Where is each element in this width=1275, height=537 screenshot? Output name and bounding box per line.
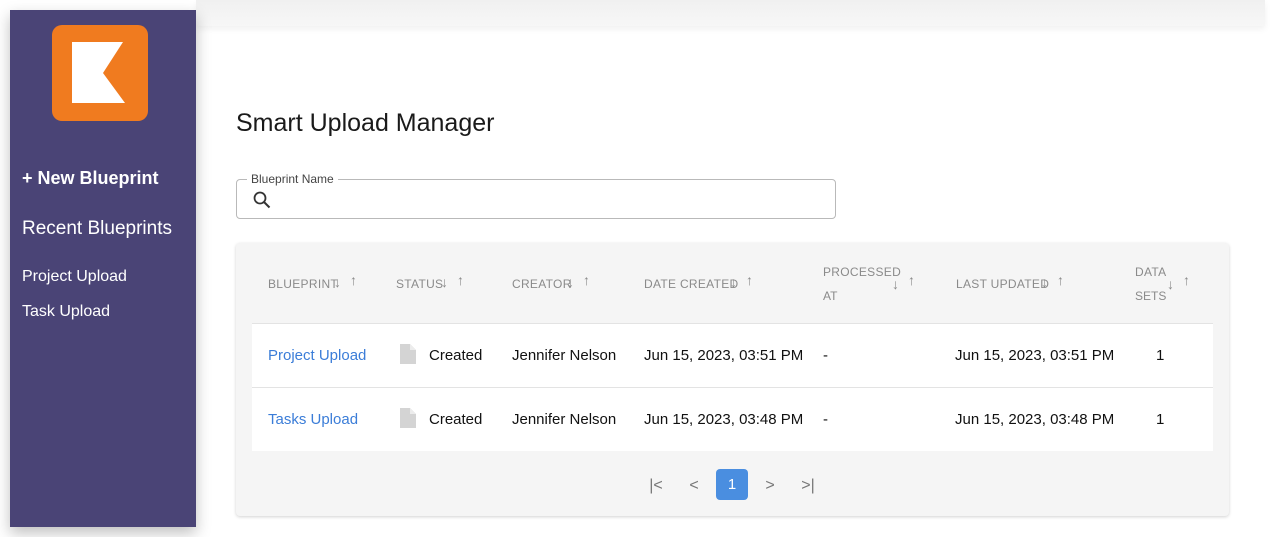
creator-text: Jennifer Nelson	[512, 347, 617, 364]
sort-desc-status[interactable]: ↓	[441, 274, 448, 290]
document-icon	[400, 344, 416, 364]
search-icon	[253, 191, 271, 209]
next-page-button[interactable]: >	[754, 471, 786, 501]
previous-page-button[interactable]: <	[678, 471, 710, 501]
column-header-data-sets-line2: SETS	[1135, 289, 1167, 303]
search-input[interactable]	[281, 188, 821, 210]
status-text: Created	[429, 347, 483, 364]
blueprints-table: BLUEPRINT ↓ ↑ STATUS ↓ ↑ CREATOR ↓ ↑ DAT…	[236, 243, 1229, 516]
column-header-processed-at-line2: AT	[823, 289, 838, 303]
first-page-button[interactable]: |<	[640, 471, 672, 501]
sort-asc-creator[interactable]: ↑	[583, 272, 590, 288]
column-header-last-updated: LAST UPDATED	[956, 277, 1050, 291]
column-header-data-sets: DATA	[1135, 265, 1167, 279]
creator-text: Jennifer Nelson	[512, 411, 617, 428]
recent-item-task-upload[interactable]: Task Upload	[22, 303, 110, 321]
last-page-button[interactable]: >|	[792, 471, 824, 501]
column-header-blueprint: BLUEPRINT	[268, 277, 339, 291]
recent-item-project-upload[interactable]: Project Upload	[22, 268, 127, 286]
last-updated-text: Jun 15, 2023, 03:48 PM	[955, 411, 1115, 428]
sort-asc-last-updated[interactable]: ↑	[1057, 272, 1064, 288]
page-title: Smart Upload Manager	[236, 109, 495, 137]
blueprint-link[interactable]: Tasks Upload	[268, 411, 358, 428]
sort-desc-processed-at[interactable]: ↓	[892, 276, 899, 292]
sort-desc-blueprint[interactable]: ↓	[334, 274, 341, 290]
sort-asc-status[interactable]: ↑	[457, 272, 464, 288]
data-sets-count: 1	[1156, 347, 1165, 364]
processed-at-text: -	[823, 411, 828, 428]
processed-at-text: -	[823, 347, 828, 364]
data-sets-count: 1	[1156, 411, 1165, 428]
sort-asc-data-sets[interactable]: ↑	[1183, 272, 1190, 288]
date-created-text: Jun 15, 2023, 03:51 PM	[644, 347, 804, 364]
logo-k-icon	[72, 42, 125, 103]
new-blueprint-button[interactable]: + New Blueprint	[22, 168, 159, 189]
column-header-status: STATUS	[396, 277, 444, 291]
table-row: Project Upload Created Jennifer Nelson J…	[252, 323, 1213, 387]
status-text: Created	[429, 411, 483, 428]
app-logo[interactable]	[52, 25, 148, 121]
sort-asc-blueprint[interactable]: ↑	[350, 272, 357, 288]
sort-asc-date-created[interactable]: ↑	[746, 272, 753, 288]
search-field-label: Blueprint Name	[247, 172, 338, 186]
top-bar	[196, 0, 1265, 26]
sort-desc-creator[interactable]: ↓	[567, 274, 574, 290]
last-updated-text: Jun 15, 2023, 03:51 PM	[955, 347, 1115, 364]
date-created-text: Jun 15, 2023, 03:48 PM	[644, 411, 804, 428]
recent-blueprints-heading: Recent Blueprints	[22, 218, 172, 239]
page-1-button[interactable]: 1	[716, 469, 748, 500]
sort-asc-processed-at[interactable]: ↑	[908, 272, 915, 288]
blueprint-link[interactable]: Project Upload	[268, 347, 366, 364]
sort-desc-data-sets[interactable]: ↓	[1167, 276, 1174, 292]
blueprint-name-search-field: Blueprint Name	[236, 172, 836, 219]
sort-desc-date-created[interactable]: ↓	[730, 274, 737, 290]
table-row: Tasks Upload Created Jennifer Nelson Jun…	[252, 387, 1213, 451]
column-header-creator: CREATOR	[512, 277, 572, 291]
column-header-processed-at: PROCESSED	[823, 265, 902, 279]
sort-desc-last-updated[interactable]: ↓	[1041, 274, 1048, 290]
column-header-date-created: DATE CREATED	[644, 277, 739, 291]
sidebar: + New Blueprint Recent Blueprints Projec…	[10, 10, 196, 527]
document-icon	[400, 408, 416, 428]
